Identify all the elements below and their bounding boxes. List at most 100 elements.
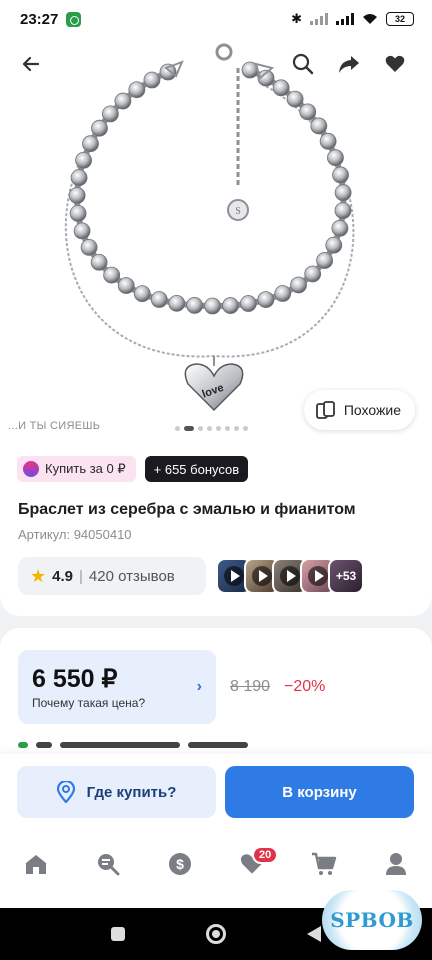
action-bar: Где купить? В корзину: [0, 754, 432, 828]
brand-tagline: ...И ТЫ СИЯЕШЬ: [8, 420, 101, 432]
bracelet-bead: [299, 103, 317, 121]
bracelet-bead: [310, 117, 328, 135]
svg-text:$: $: [176, 856, 184, 872]
more-media-thumb[interactable]: +53: [328, 558, 364, 594]
bracelet-bead: [316, 252, 333, 269]
old-price: 8 190: [230, 678, 271, 695]
bracelet-bead: [286, 90, 304, 108]
bonus-badge[interactable]: + 655 бонусов: [144, 456, 249, 482]
bracelet-bead: [150, 291, 168, 308]
nav-favorites[interactable]: 20: [230, 842, 279, 886]
favorites-count-badge: 20: [252, 846, 279, 864]
bracelet-bead: [90, 253, 108, 271]
gallery-dot: [216, 426, 221, 431]
rating-button[interactable]: ★ 4.9 | 420 отзывов: [18, 557, 206, 595]
product-image-gallery[interactable]: S love ...И ТЫ СИЯЕШЬ Похожие: [0, 38, 432, 436]
arrow-left-icon: [22, 56, 40, 72]
gallery-dot: [198, 426, 203, 431]
bracelet-image: S love: [64, 43, 355, 412]
bracelet-bead: [82, 135, 99, 153]
bracelet-bead: [69, 205, 87, 222]
bracelet-bead: [133, 285, 151, 303]
search-button[interactable]: [284, 45, 322, 83]
status-indicators: ✱ 32: [291, 11, 414, 27]
share-icon: [339, 56, 359, 73]
bracelet-bead: [68, 187, 86, 204]
share-button[interactable]: [330, 45, 368, 83]
review-media-strip: +53: [216, 558, 364, 594]
bracelet-bead: [325, 236, 343, 254]
bracelet-bead: [143, 71, 161, 89]
bracelet-bead: [103, 266, 121, 284]
favorite-button[interactable]: [376, 45, 414, 83]
bracelet-bead: [222, 297, 239, 314]
bracelet-bead: [331, 219, 349, 237]
similar-label: Похожие: [343, 402, 401, 418]
app-notification-icon: [66, 11, 82, 27]
location-pin-icon: [56, 781, 75, 803]
where-to-buy-button[interactable]: Где купить?: [17, 766, 216, 818]
current-price: 6 550 ₽: [32, 665, 118, 693]
bracelet-bead: [327, 149, 344, 167]
similar-cards-icon: [315, 401, 335, 419]
back-button[interactable]: [13, 46, 49, 82]
nav-home[interactable]: [14, 842, 58, 886]
bracelet-bead: [204, 297, 221, 315]
bracelet-bead: [274, 285, 292, 302]
hidden-row-peek: [18, 742, 278, 752]
bracelet-bead: [168, 294, 186, 312]
cart-icon: [312, 852, 337, 875]
nav-profile[interactable]: [374, 842, 418, 886]
bracelet-bead: [239, 295, 257, 312]
bracelet-bead: [257, 291, 275, 309]
nav-catalog[interactable]: [86, 842, 130, 886]
home-circle-icon[interactable]: [205, 924, 226, 944]
signal-icon-1: [310, 13, 328, 25]
recent-apps-icon[interactable]: [110, 927, 125, 941]
watermark-logo: SPBOB: [322, 890, 422, 950]
watermark-text: SPBOB: [330, 908, 414, 932]
gallery-dot-active: [184, 426, 194, 431]
bracelet-bead: [117, 277, 135, 294]
play-icon: [314, 570, 324, 582]
bracelet-bead: [75, 151, 92, 169]
search-icon: [292, 53, 314, 75]
product-info-card: Купить за 0 ₽ + 655 бонусов Браслет из с…: [0, 436, 432, 616]
bracelet-bead: [128, 81, 146, 99]
bluetooth-icon: ✱: [291, 11, 302, 26]
back-triangle-icon[interactable]: [307, 926, 322, 942]
bracelet-bead: [73, 222, 91, 240]
bracelet-bead: [80, 238, 98, 256]
buy-for-zero-label: Купить за 0 ₽: [45, 461, 126, 476]
price-explanation-link: Почему такая цена?: [32, 696, 146, 710]
promo-badges: Купить за 0 ₽ + 655 бонусов: [17, 456, 249, 482]
nav-cart[interactable]: [302, 842, 346, 886]
bracelet-bead: [290, 276, 307, 294]
add-to-cart-label: В корзину: [282, 783, 357, 801]
top-actions: [278, 43, 420, 85]
home-icon: [26, 855, 46, 874]
nav-bonuses[interactable]: $: [158, 842, 202, 886]
bracelet-bead: [91, 119, 108, 137]
rating-score: 4.9: [52, 567, 73, 585]
rating-separator: |: [79, 567, 83, 585]
buy-for-zero-badge[interactable]: Купить за 0 ₽: [17, 456, 136, 482]
add-to-cart-button[interactable]: В корзину: [225, 766, 414, 818]
price-box[interactable]: 6 550 ₽ Почему такая цена? ›: [18, 650, 216, 724]
catalog-search-icon: [98, 854, 120, 876]
status-bar: 23:27 ✱ 32: [0, 0, 432, 38]
gallery-pagination: [175, 426, 248, 431]
play-icon: [258, 570, 268, 582]
more-media-count: +53: [335, 569, 357, 583]
gallery-dot: [234, 426, 239, 431]
review-count: 420 отзывов: [88, 567, 175, 585]
similar-button[interactable]: Похожие: [303, 390, 415, 430]
battery-icon: 32: [386, 12, 414, 26]
signal-icon-2: [336, 13, 354, 25]
play-icon: [230, 570, 240, 582]
wifi-icon: [363, 14, 377, 24]
play-icon: [286, 570, 296, 582]
status-time: 23:27: [20, 10, 59, 28]
bracelet-bead: [334, 184, 352, 202]
bracelet-bead: [70, 169, 88, 187]
